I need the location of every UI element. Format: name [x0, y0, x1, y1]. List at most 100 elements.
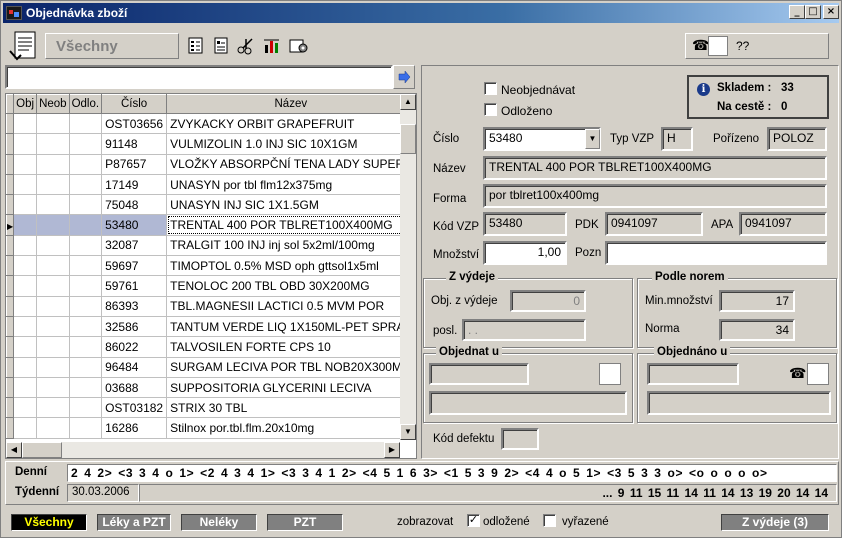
cell-cislo[interactable]: 32087 — [101, 235, 168, 257]
table-row[interactable]: OST03182 STRIX 30 TBL — [6, 397, 416, 419]
cell-nazev[interactable]: TANTUM VERDE LIQ 1X150ML-PET SPRAY — [166, 316, 416, 338]
minimize-button[interactable]: _ — [789, 5, 805, 19]
z-vydeje-button[interactable]: Z výdeje (3) — [721, 514, 829, 531]
cell-nazev[interactable]: TENOLOC 200 TBL OBD 30X200MG — [166, 275, 416, 297]
neobjednavat-checkbox[interactable] — [484, 82, 497, 95]
cell-nazev[interactable]: STRIX 30 TBL — [166, 397, 416, 419]
cell-cislo[interactable]: 75048 — [101, 194, 168, 216]
tydenni-date-field: 30.03.2006 — [67, 484, 139, 502]
cell-nazev[interactable]: UNASYN por tbl flm12x375mg — [166, 174, 416, 196]
table-row[interactable]: P87657 VLOŽKY ABSORPČNÍ TENA LADY SUPER — [6, 153, 416, 175]
tab-leky-a-pzt[interactable]: Léky a PZT — [97, 514, 171, 531]
table-row[interactable]: 32087 TRALGIT 100 INJ inj sol 5x2ml/100mg — [6, 234, 416, 257]
tab-neleky[interactable]: Neléky — [181, 514, 257, 531]
cell-cislo[interactable]: OST03182 — [101, 397, 168, 419]
table-row[interactable]: ▶ 53480 TRENTAL 400 POR TBLRET100X400MG — [6, 214, 416, 236]
objednano-u-box[interactable] — [807, 363, 829, 385]
chevron-down-icon[interactable]: ▼ — [585, 129, 600, 149]
table-row[interactable]: 91148 VULMIZOLIN 1.0 INJ SIC 10X1GM — [6, 133, 416, 155]
table-row[interactable]: 59761 TENOLOC 200 TBL OBD 30X200MG — [6, 275, 416, 297]
product-grid[interactable]: Obj Neob Odlo. Číslo Název OST03656 ZVYKA… — [5, 93, 417, 459]
cell-nazev[interactable]: TIMOPTOL 0.5% MSD oph gttsol1x5ml — [166, 255, 416, 277]
table-row[interactable]: 03688 SUPPOSITORIA GLYCERINI LECIVA — [6, 376, 416, 399]
objednat-u-supplier-field[interactable] — [429, 363, 529, 385]
col-header-nazev[interactable]: Název — [166, 94, 416, 114]
list-icon[interactable] — [187, 37, 205, 55]
cell-nazev[interactable]: TALVOSILEN FORTE CPS 10 — [166, 336, 416, 358]
table-row[interactable]: 86022 TALVOSILEN FORTE CPS 10 — [6, 336, 416, 358]
cell-cislo[interactable]: 86393 — [101, 296, 168, 317]
phone-icon: ☎ — [789, 365, 807, 381]
podle-norem-title: Podle norem — [652, 271, 728, 283]
table-row[interactable]: 59697 TIMOPTOL 0.5% MSD oph gttsol1x5ml — [6, 255, 416, 277]
odlozene-checkbox[interactable]: ✓ — [467, 514, 480, 527]
scissors-icon[interactable] — [237, 37, 255, 55]
scroll-left-icon[interactable]: ◀ — [6, 442, 22, 458]
col-header-odlo[interactable]: Odlo. — [68, 94, 103, 114]
close-button[interactable]: × — [823, 5, 839, 19]
cell-cislo[interactable]: 96484 — [101, 357, 168, 378]
cell-cislo[interactable]: 59697 — [101, 255, 168, 277]
document-icon[interactable] — [7, 29, 41, 63]
table-row[interactable]: OST03656 ZVYKACKY ORBIT GRAPEFRUIT — [6, 112, 416, 135]
scroll-up-icon[interactable]: ▲ — [400, 94, 416, 110]
tab-pzt[interactable]: PZT — [267, 514, 343, 531]
vyrazene-checkbox[interactable] — [543, 514, 556, 527]
card-icon[interactable] — [212, 37, 230, 55]
hscroll-thumb[interactable] — [22, 442, 62, 458]
table-row[interactable]: 16286 Stilnox por.tbl.flm.20x10mg — [6, 417, 416, 439]
cell-nazev[interactable]: Stilnox por.tbl.flm.20x10mg — [166, 417, 416, 439]
col-header-obj[interactable]: Obj — [13, 94, 38, 114]
table-row[interactable]: 17149 UNASYN por tbl flm12x375mg — [6, 173, 416, 196]
settings-icon[interactable] — [289, 37, 309, 55]
tab-vsechny[interactable]: Všechny — [11, 514, 87, 531]
mnozstvi-input[interactable]: 1,00 — [483, 241, 567, 265]
cislo-combobox[interactable]: 53480 — [483, 127, 601, 151]
search-input[interactable] — [5, 65, 393, 89]
cell-cislo[interactable]: 59761 — [101, 275, 168, 297]
maximize-button[interactable]: □ — [805, 5, 821, 19]
col-header-neob[interactable]: Neob — [36, 94, 70, 114]
kod-defektu-field[interactable] — [501, 428, 539, 450]
scroll-thumb[interactable] — [400, 124, 416, 154]
pozn-input[interactable] — [605, 241, 827, 265]
cell-nazev[interactable]: TRENTAL 400 POR TBLRET100X400MG — [166, 214, 416, 236]
cell-nazev[interactable]: ZVYKACKY ORBIT GRAPEFRUIT — [166, 113, 416, 135]
cell-cislo[interactable]: OST03656 — [101, 113, 168, 135]
grid-horizontal-scrollbar[interactable]: ◀ ▶ — [6, 442, 400, 458]
col-header-cislo[interactable]: Číslo — [101, 94, 168, 114]
cell-cislo[interactable]: 32586 — [101, 316, 168, 338]
cell-nazev[interactable]: SUPPOSITORIA GLYCERINI LECIVA — [166, 377, 416, 399]
cell-cislo[interactable]: 86022 — [101, 336, 168, 358]
cell-neob — [36, 336, 70, 358]
cell-nazev[interactable]: SURGAM LECIVA POR TBL NOB20X300MG — [166, 357, 416, 378]
tydenni-date: 30.03.2006 — [72, 486, 130, 498]
scroll-right-icon[interactable]: ▶ — [384, 442, 400, 458]
table-row[interactable]: 86393 TBL.MAGNESII LACTICI 0.5 MVM POR — [6, 295, 416, 317]
cell-neob — [36, 113, 70, 135]
cell-cislo[interactable]: 91148 — [101, 133, 168, 155]
cell-nazev[interactable]: UNASYN INJ SIC 1X1.5GM — [166, 194, 416, 216]
scroll-down-icon[interactable]: ▼ — [400, 424, 416, 440]
table-row[interactable]: 32586 TANTUM VERDE LIQ 1X150ML-PET SPRAY — [6, 315, 416, 338]
min-mnozstvi-value: 17 — [775, 294, 789, 308]
phone-box[interactable] — [708, 36, 728, 56]
table-row[interactable]: 96484 SURGAM LECIVA POR TBL NOB20X300MG — [6, 356, 416, 378]
cell-nazev[interactable]: TBL.MAGNESII LACTICI 0.5 MVM POR — [166, 296, 416, 317]
cell-cislo[interactable]: 17149 — [101, 174, 168, 196]
objednat-u-box[interactable] — [599, 363, 621, 385]
cell-nazev[interactable]: VLOŽKY ABSORPČNÍ TENA LADY SUPER — [166, 154, 416, 175]
cell-cislo[interactable]: 53480 — [101, 214, 168, 236]
chart-icon[interactable] — [263, 37, 281, 55]
cell-nazev[interactable]: VULMIZOLIN 1.0 INJ SIC 10X1GM — [166, 133, 416, 155]
search-go-button[interactable] — [393, 65, 415, 89]
grid-vertical-scrollbar[interactable]: ▲ ▼ — [400, 94, 416, 440]
cell-cislo[interactable]: 16286 — [101, 417, 168, 439]
row-indicator — [6, 336, 15, 358]
cell-nazev[interactable]: TRALGIT 100 INJ inj sol 5x2ml/100mg — [166, 235, 416, 257]
cell-odlo — [69, 194, 103, 216]
table-row[interactable]: 75048 UNASYN INJ SIC 1X1.5GM — [6, 194, 416, 216]
cell-cislo[interactable]: 03688 — [101, 377, 168, 399]
cell-cislo[interactable]: P87657 — [101, 154, 168, 175]
odlozeno-checkbox[interactable] — [484, 103, 497, 116]
